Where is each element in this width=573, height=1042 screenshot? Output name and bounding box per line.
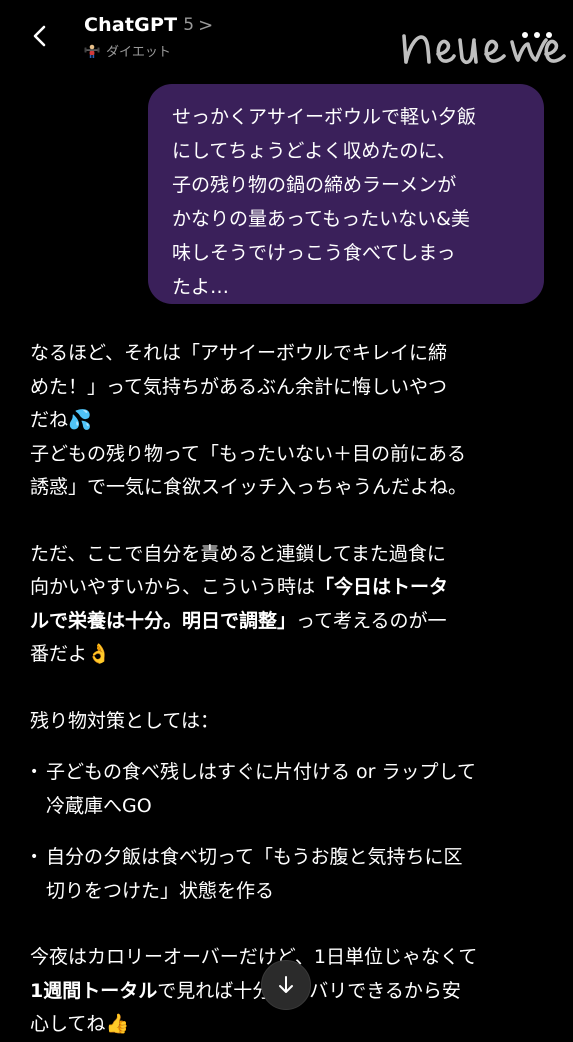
leftover-tips-list: 子どもの食べ残しはすぐに片付ける or ラップして 冷蔵庫へGO 自分の夕飯は食…: [30, 756, 550, 908]
assistant-text: なるほど、それは「アサイーボウルでキレイに締 めた！」って気持ちがあるぶん余計に…: [30, 342, 448, 431]
assistant-bold-text: 1週間トータル: [30, 979, 158, 1002]
assistant-text: 今夜はカロリーオーバーだけど、1日単位じゃなくて: [30, 946, 478, 968]
assistant-paragraph-4: 残り物対策としては：: [30, 709, 220, 732]
model-version: 5: [183, 15, 195, 35]
chat-title[interactable]: ChatGPT 5 >: [84, 14, 213, 36]
arrow-down-icon: [279, 976, 293, 993]
list-item: 自分の夕飯は食べ切って「もうお腹と気持ちに区 切りをつけた」状態を作る: [30, 841, 550, 908]
user-message-text: せっかくアサイーボウルで軽い夕飯 にしてちょうどよく収めたのに、 子の残り物の鍋…: [172, 106, 477, 298]
assistant-paragraph-3: ただ、ここで自分を責めると連鎖してまた過食に 向かいやすいから、こういう時は「今…: [30, 538, 550, 672]
chevron-right-icon: >: [198, 14, 214, 36]
assistant-paragraph-2: 子どもの残り物って「もったいない＋目の前にある 誘惑」で一気に食欲スイッチ入っち…: [30, 442, 468, 499]
project-label[interactable]: ダイエット: [84, 41, 171, 60]
ok-hand-emoji: 👌: [87, 643, 111, 665]
sweat-droplets-emoji: 💦: [68, 409, 92, 431]
more-options-icon[interactable]: [519, 28, 559, 42]
assistant-message: なるほど、それは「アサイーボウルでキレイに締 めた！」って気持ちがあるぶん余計に…: [30, 337, 550, 1042]
project-name: ダイエット: [106, 45, 171, 60]
chat-header: ChatGPT 5 > ダイエット: [0, 0, 573, 70]
assistant-paragraph-1: なるほど、それは「アサイーボウルでキレイに締 めた！」って気持ちがあるぶん余計に…: [30, 337, 550, 438]
user-message-bubble: せっかくアサイーボウルで軽い夕飯 にしてちょうどよく収めたのに、 子の残り物の鍋…: [148, 84, 544, 304]
thumbs-up-emoji: 👍: [105, 1013, 130, 1035]
back-arrow-icon[interactable]: [26, 22, 54, 50]
weightlifter-icon: [84, 44, 100, 58]
scroll-to-bottom-button[interactable]: [261, 960, 311, 1010]
app-title: ChatGPT: [84, 14, 178, 36]
list-item: 子どもの食べ残しはすぐに片付ける or ラップして 冷蔵庫へGO: [30, 756, 550, 823]
